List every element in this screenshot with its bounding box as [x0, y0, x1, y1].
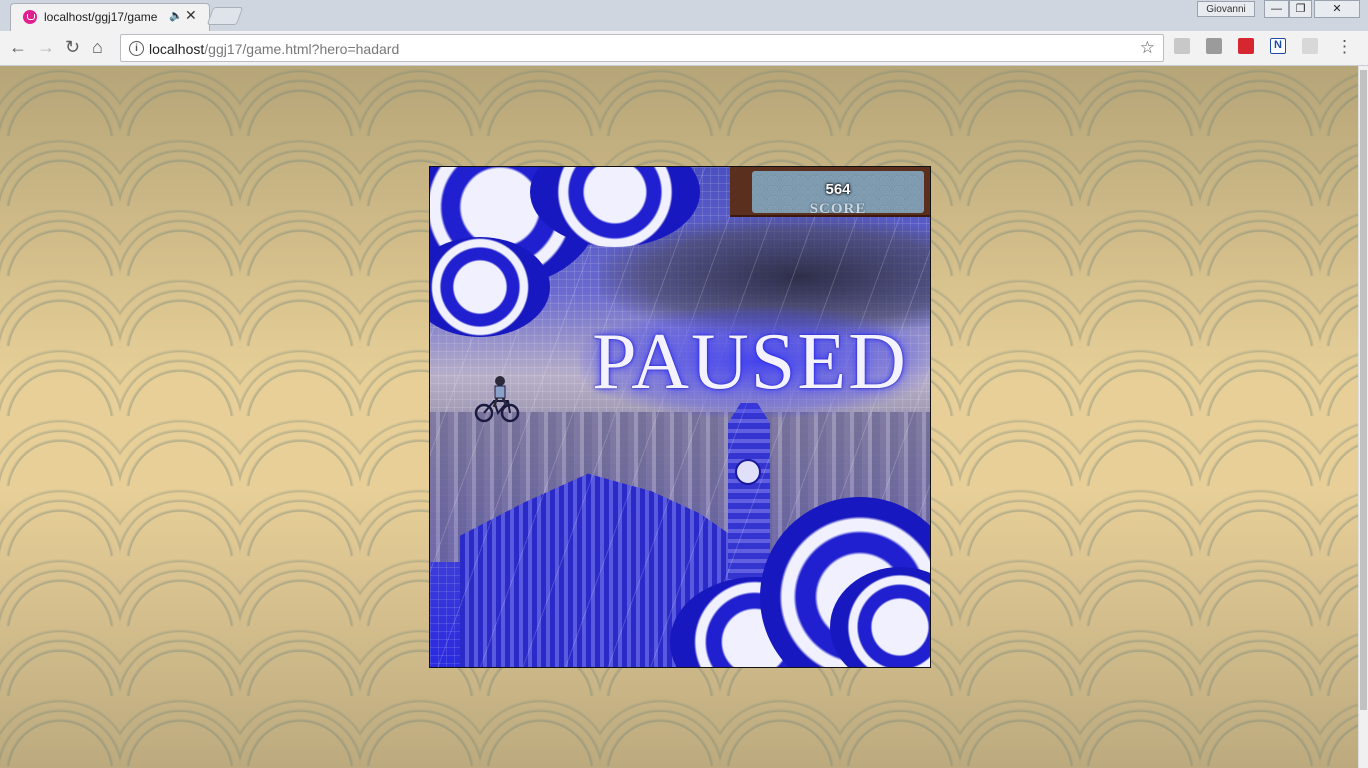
- score-box: 564 SCORE: [752, 171, 924, 217]
- maximize-button[interactable]: ❐: [1289, 0, 1312, 18]
- url-path: /ggj17/game.html?hero=hadard: [204, 41, 400, 57]
- acrobat-icon[interactable]: [1302, 38, 1318, 54]
- favicon-icon: [23, 10, 37, 24]
- score-label: SCORE: [809, 201, 867, 217]
- tab-close-icon[interactable]: ✕: [185, 7, 197, 24]
- page-background: 564 SCORE PAUSED: [0, 66, 1358, 768]
- reload-icon[interactable]: ↻: [65, 37, 80, 58]
- new-tab-button[interactable]: [206, 7, 244, 25]
- close-window-button[interactable]: ✕: [1314, 0, 1360, 18]
- drive-icon[interactable]: [1174, 38, 1190, 54]
- info-icon[interactable]: i: [129, 41, 144, 56]
- browser-titlebar: localhost/ggj17/game 🔈 ✕ Giovanni — ❐ ✕: [0, 0, 1368, 31]
- score-panel: 564 SCORE: [730, 167, 930, 217]
- cyclist-hero-icon: [474, 376, 520, 423]
- browser-tab[interactable]: localhost/ggj17/game 🔈 ✕: [10, 3, 210, 31]
- paused-title: PAUSED: [592, 318, 908, 406]
- url-text[interactable]: localhost/ggj17/game.html?hero=hadard: [149, 41, 399, 57]
- bookmark-star-icon[interactable]: ☆: [1140, 38, 1155, 58]
- forward-arrow-icon[interactable]: →: [37, 37, 55, 58]
- game-canvas[interactable]: 564 SCORE PAUSED: [429, 166, 931, 668]
- pdf-red-icon[interactable]: [1238, 38, 1254, 54]
- score-value: 564: [825, 181, 851, 198]
- url-host: localhost: [149, 41, 205, 57]
- home-icon[interactable]: ⌂: [92, 37, 103, 58]
- tab-title: localhost/ggj17/game: [44, 10, 158, 24]
- vertical-scrollbar[interactable]: [1358, 66, 1368, 768]
- archive-icon[interactable]: [1206, 38, 1222, 54]
- scrollbar-thumb[interactable]: [1360, 70, 1367, 710]
- menu-icon[interactable]: ⋮: [1336, 37, 1353, 57]
- minimize-button[interactable]: —: [1264, 0, 1289, 18]
- address-bar[interactable]: i localhost/ggj17/game.html?hero=hadard …: [120, 34, 1164, 62]
- profile-button[interactable]: Giovanni: [1197, 1, 1255, 17]
- back-arrow-icon[interactable]: ←: [9, 37, 27, 58]
- speaker-icon[interactable]: 🔈: [169, 9, 183, 22]
- notes-icon[interactable]: N: [1270, 38, 1286, 54]
- browser-toolbar: ← → ↻ ⌂ i localhost/ggj17/game.html?hero…: [0, 31, 1368, 66]
